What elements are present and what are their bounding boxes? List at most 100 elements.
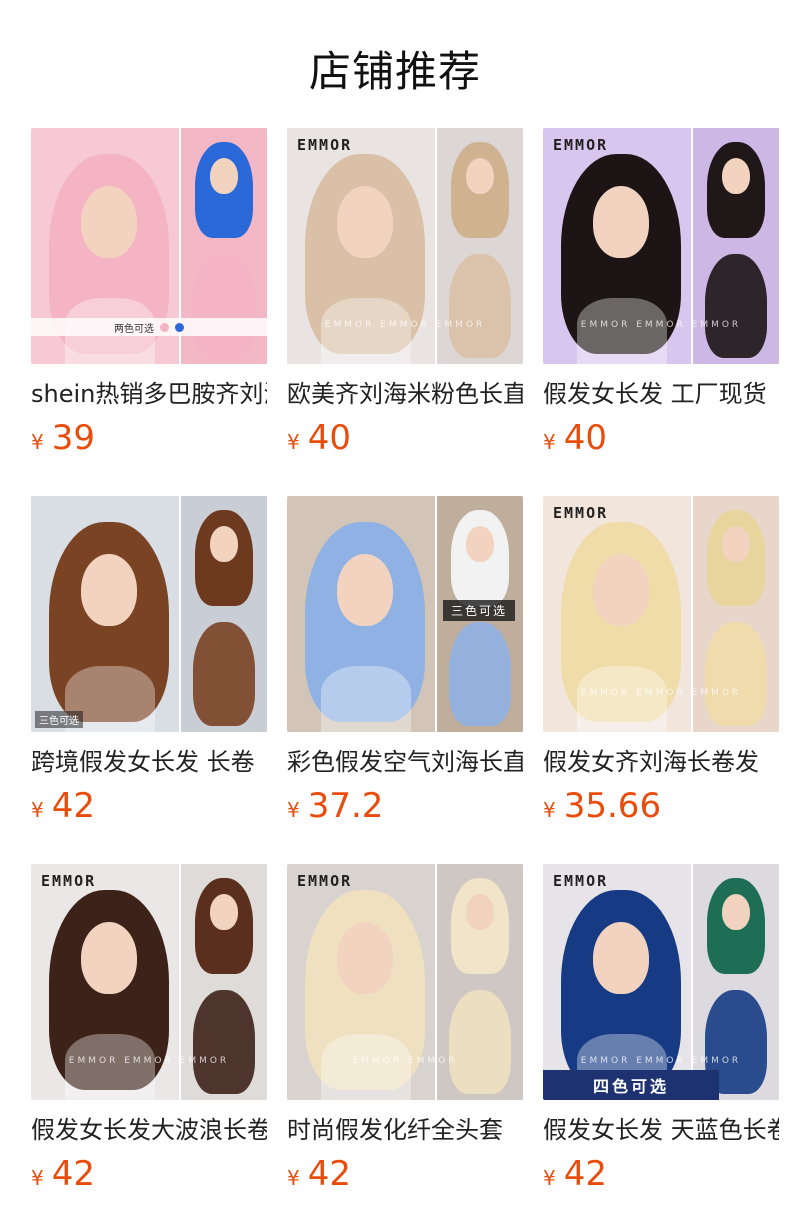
product-name[interactable]: 假发女长发 工厂现货 [543,378,779,410]
side-model-face [722,894,750,930]
color-options-text: 三色可选 [39,716,79,727]
side-model-face [210,158,238,194]
color-options-badge: 两色可选 [31,318,267,336]
product-price: ¥40 [287,418,523,458]
brand-logo: EMMOR [553,136,609,154]
side-model-hair [449,990,511,1094]
product-image[interactable]: EMMOR EMMOR EMMOR EMMOR 四色可选 [543,864,779,1100]
currency-symbol: ¥ [287,798,300,822]
brand-logo: EMMOR [41,872,97,890]
side-model-face [722,158,750,194]
side-model-hair [449,254,511,358]
product-card[interactable]: EMMOR EMMOR EMMOR EMMOR 假发女长发 工厂现货 ¥40 [543,128,779,458]
color-options-badge: 四色可选 [543,1070,719,1100]
model-face [81,554,137,626]
side-model-face [210,894,238,930]
side-model-hair [705,622,767,726]
side-model-face [466,526,494,562]
currency-symbol: ¥ [543,430,556,454]
model-face [81,186,137,258]
color-swatch-dot [160,322,169,332]
model-outfit [577,298,667,364]
side-model-hair [193,622,255,726]
product-image[interactable]: EMMOR EMMOR EMMOR EMMOR [31,864,267,1100]
side-model-hair [449,622,511,726]
watermark: EMMOR EMMOR [352,1056,458,1066]
color-options-badge: 三色可选 [35,711,83,728]
product-name[interactable]: shein热销多巴胺齐刘海 [31,378,267,410]
product-card[interactable]: EMMOR EMMOR EMMOR EMMOR 假发女长发大波浪长卷 ¥42 [31,864,267,1194]
price-value: 42 [51,786,95,826]
price-value: 42 [51,1154,95,1194]
currency-symbol: ¥ [31,430,44,454]
side-model-hair [193,990,255,1094]
product-card[interactable]: 三色可选彩色假发空气刘海长直 ¥37.2 [287,496,523,826]
price-value: 42 [563,1154,607,1194]
model-outfit [321,666,411,732]
product-grid: 两色可选 shein热销多巴胺齐刘海 ¥39 EMMOR EMMOR EMMOR EMM… [0,0,790,1232]
product-image[interactable]: 两色可选 [31,128,267,364]
product-image[interactable]: EMMOR EMMOR EMMOR EMMOR [543,496,779,732]
product-card[interactable]: EMMOR EMMOR EMMOR 时尚假发化纤全头套 ¥42 [287,864,523,1194]
model-face [337,554,393,626]
currency-symbol: ¥ [31,798,44,822]
product-price: ¥40 [543,418,779,458]
product-name[interactable]: 彩色假发空气刘海长直 [287,746,523,778]
side-model-hair [193,254,255,358]
watermark: EMMOR EMMOR EMMOR [580,1056,742,1066]
product-price: ¥35.66 [543,786,779,826]
model-outfit [65,1034,155,1100]
model-face [81,922,137,994]
currency-symbol: ¥ [543,1166,556,1190]
product-image[interactable]: EMMOR EMMOR EMMOR EMMOR [287,128,523,364]
color-swatch-dot [175,322,184,332]
brand-logo: EMMOR [553,504,609,522]
product-name[interactable]: 假发女长发大波浪长卷 [31,1114,267,1146]
side-model-face [722,526,750,562]
side-model-face [466,894,494,930]
product-card[interactable]: EMMOR EMMOR EMMOR EMMOR 四色可选假发女长发 天蓝色长卷 ¥42 [543,864,779,1194]
watermark: EMMOR EMMOR EMMOR [324,320,486,330]
model-outfit [321,1034,411,1100]
model-face [337,922,393,994]
product-image[interactable]: 三色可选 [287,496,523,732]
product-price: ¥42 [287,1154,523,1194]
product-price: ¥42 [543,1154,779,1194]
product-name[interactable]: 欧美齐刘海米粉色长直 [287,378,523,410]
side-model-hair [705,254,767,358]
product-image[interactable]: 三色可选 [31,496,267,732]
product-card[interactable]: 三色可选跨境假发女长发 长卷 ¥42 [31,496,267,826]
brand-logo: EMMOR [297,136,353,154]
product-image[interactable]: EMMOR EMMOR EMMOR EMMOR [543,128,779,364]
product-price: ¥37.2 [287,786,523,826]
product-name[interactable]: 假发女齐刘海长卷发 [543,746,779,778]
side-model-face [210,526,238,562]
product-card[interactable]: EMMOR EMMOR EMMOR EMMOR 欧美齐刘海米粉色长直 ¥40 [287,128,523,458]
watermark: EMMOR EMMOR EMMOR [68,1056,230,1066]
product-name[interactable]: 跨境假发女长发 长卷 [31,746,267,778]
model-face [337,186,393,258]
product-image[interactable]: EMMOR EMMOR EMMOR [287,864,523,1100]
product-card[interactable]: 两色可选 shein热销多巴胺齐刘海 ¥39 [31,128,267,458]
product-price: ¥42 [31,786,267,826]
model-face [593,922,649,994]
watermark: EMMOR EMMOR EMMOR [580,688,742,698]
brand-logo: EMMOR [553,872,609,890]
side-model-face [466,158,494,194]
product-price: ¥42 [31,1154,267,1194]
currency-symbol: ¥ [31,1166,44,1190]
price-value: 40 [563,418,607,458]
color-options-text: 三色可选 [450,604,507,618]
price-value: 35.66 [563,786,662,826]
model-face [593,554,649,626]
product-name[interactable]: 假发女长发 天蓝色长卷 [543,1114,779,1146]
color-options-text: 两色可选 [114,323,154,335]
product-price: ¥39 [31,418,267,458]
product-card[interactable]: EMMOR EMMOR EMMOR EMMOR 假发女齐刘海长卷发 ¥35.66 [543,496,779,826]
model-outfit [321,298,411,364]
price-value: 40 [307,418,351,458]
currency-symbol: ¥ [543,798,556,822]
currency-symbol: ¥ [287,1166,300,1190]
watermark: EMMOR EMMOR EMMOR [580,320,742,330]
product-name[interactable]: 时尚假发化纤全头套 [287,1114,523,1146]
